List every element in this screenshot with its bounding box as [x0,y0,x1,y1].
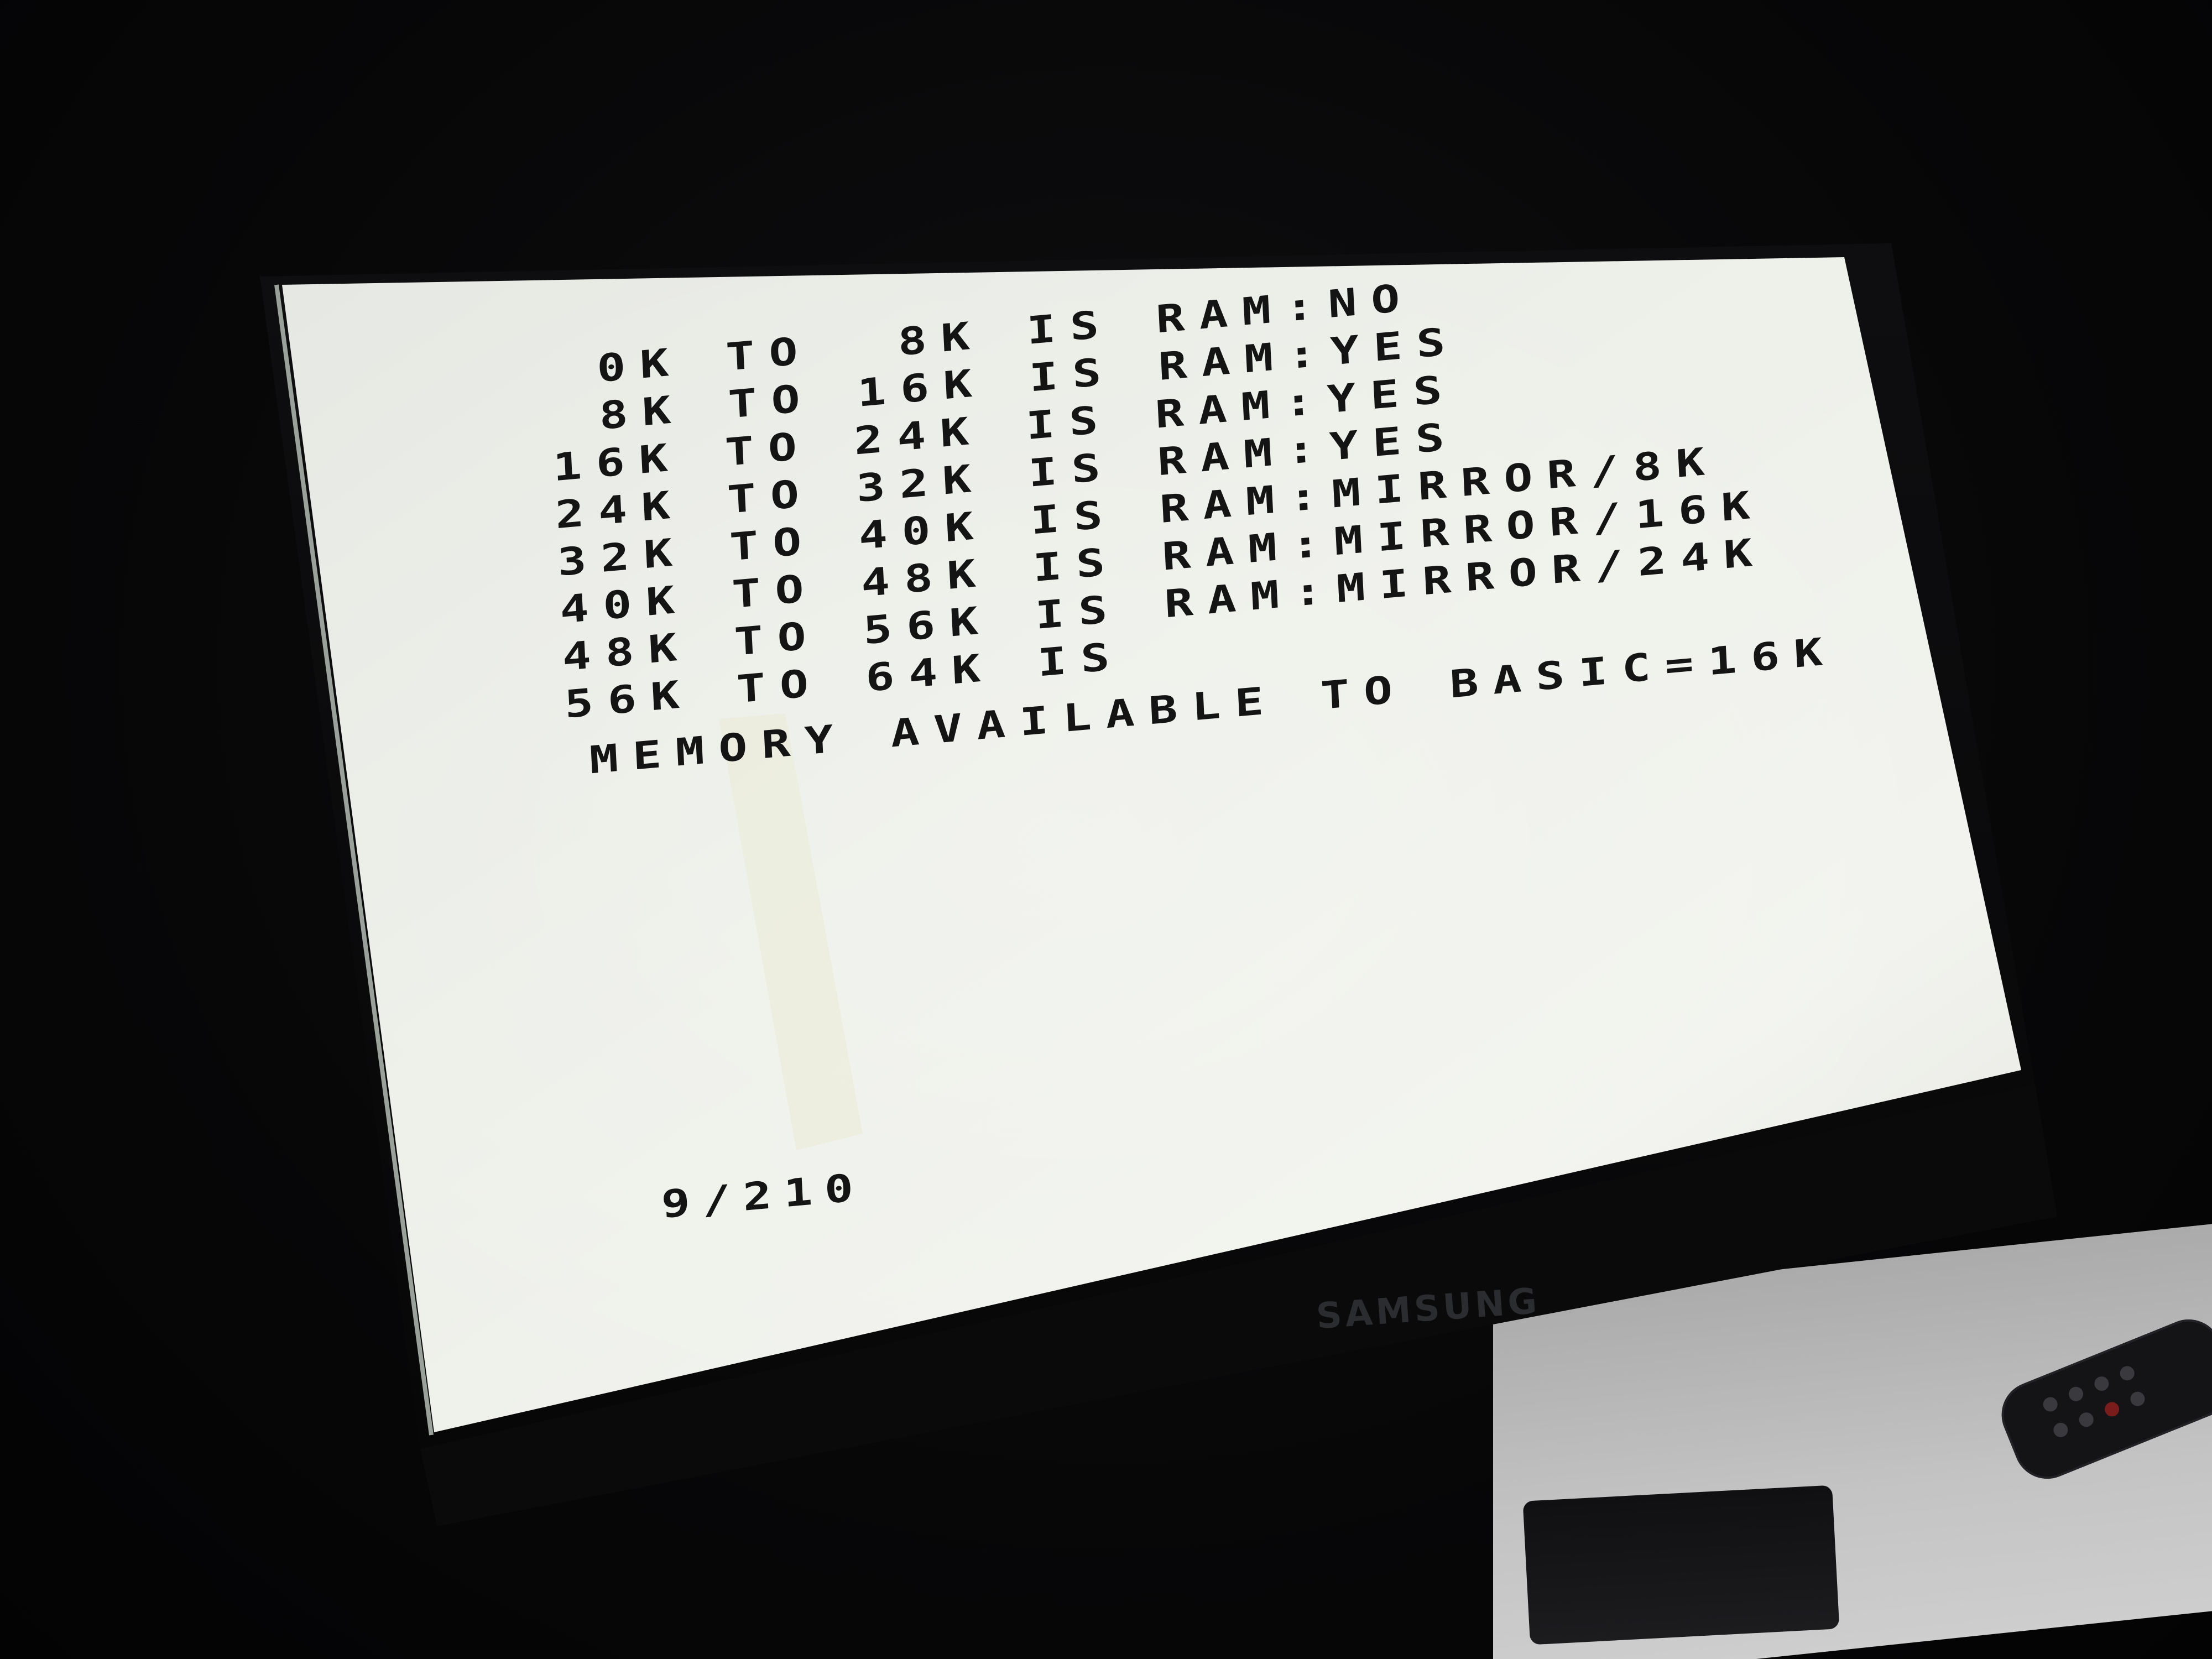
monitor-stand [1522,1485,1840,1645]
remote-button [2092,1374,2111,1393]
photo-scene: 0K TO 8K IS RAM:NO 8K TO 16K IS RAM:YES … [0,0,2212,1659]
report-code: 9/210 [660,1165,867,1227]
remote-button [2128,1389,2147,1408]
terminal-text: 0K TO 8K IS RAM:NO 8K TO 16K IS RAM:YES … [552,227,2041,1369]
remote-button [2067,1384,2085,1404]
monitor: 0K TO 8K IS RAM:NO 8K TO 16K IS RAM:YES … [0,0,2212,1659]
remote-button [2051,1420,2070,1439]
remote-power-button [2103,1400,2122,1419]
remote-button [2117,1364,2137,1383]
remote-button [2077,1410,2096,1430]
remote-button [2041,1395,2060,1414]
